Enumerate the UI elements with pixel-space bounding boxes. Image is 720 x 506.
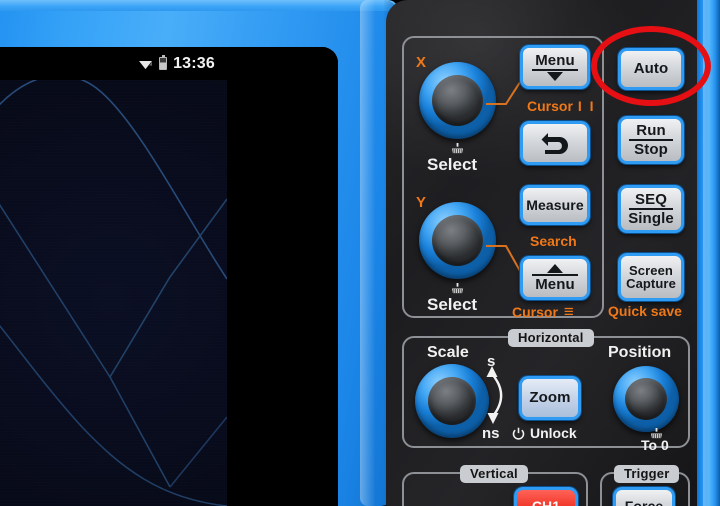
position-knob[interactable] [613,366,679,432]
bezel-gloss [360,0,382,506]
power-icon [512,427,525,440]
cursor-vertical-label: Cursor I I [527,98,596,114]
menu-up-button-label: Menu [535,52,575,70]
undo-arrow-icon [541,133,568,154]
position-knob-face[interactable] [625,378,667,420]
vertical-group-title: Vertical [460,465,528,483]
position-label: Position [608,344,672,361]
scale-direction-arrow-icon [486,366,503,424]
x-knob-label: X [416,54,427,71]
triangle-down-icon [547,71,563,81]
y-knob-push-label: Select [427,295,478,314]
cursor-vertical-glyph: I I [577,98,596,114]
ch1-button[interactable]: CH1 [514,487,578,506]
zoom-button[interactable]: Zoom [519,376,581,420]
y-knob-face[interactable] [432,215,483,266]
scale-label: Scale [427,344,469,361]
scale-knob-face[interactable] [428,377,476,425]
run-label: Run [636,121,666,139]
x-knob-face[interactable] [432,75,483,126]
y-knob-label: Y [416,194,427,211]
right-edge-highlight [703,0,709,506]
status-time: 13:36 [173,54,215,72]
scale-knob[interactable] [415,364,489,438]
quick-save-label: Quick save [608,303,682,319]
x-knob-push-label: Select [427,155,478,174]
stop-label: Stop [634,140,668,158]
position-push-label: To 0 [641,437,669,453]
measure-button[interactable]: Measure [520,185,590,225]
search-label: Search [530,233,577,249]
menu-down-button[interactable]: Menu [520,256,590,300]
back-button[interactable] [520,121,590,165]
cursor-vertical-text: Cursor [527,98,573,114]
horizontal-group-title: Horizontal [508,329,594,347]
screen-label: Screen [629,262,673,278]
cursor-horizontal-glyph: ≡ [563,302,574,321]
waveform-traces [0,74,227,506]
press-icon [452,143,463,154]
menu-down-button-label: Menu [535,275,575,293]
scale-min-unit: ns [482,425,500,442]
menu-up-button[interactable]: Menu [520,45,590,89]
unlock-label-row: Unlock [512,425,577,441]
battery-icon [159,54,168,70]
oscilloscope-screenshot: 13:36 X Select Y Select Menu Cursor I I … [0,0,720,506]
wifi-icon [139,60,153,69]
menu-divider [531,69,579,71]
oscilloscope-display[interactable]: 13:36 [0,47,338,506]
cursor-horizontal-label: Cursor ≡ [512,302,574,322]
trigger-group-title: Trigger [614,465,680,483]
press-icon [452,283,463,294]
unlock-label: Unlock [530,425,577,441]
display-right-black-area [227,47,338,506]
control-panel: X Select Y Select Menu Cursor I I Measur… [386,0,704,506]
run-stop-button[interactable]: Run Stop [618,116,684,164]
triangle-up-icon [547,264,563,274]
screen-capture-button[interactable]: Screen Capture [618,253,684,301]
seq-single-button[interactable]: SEQ Single [618,185,684,233]
cursor-horizontal-text: Cursor [512,304,558,320]
capture-label: Capture [626,276,676,291]
status-bar: 13:36 [0,47,227,80]
force-button[interactable]: Force [613,487,675,506]
auto-button[interactable]: Auto [618,48,684,90]
single-label: Single [628,209,674,227]
seq-label: SEQ [635,190,667,208]
bezel-top-edge [0,0,398,11]
